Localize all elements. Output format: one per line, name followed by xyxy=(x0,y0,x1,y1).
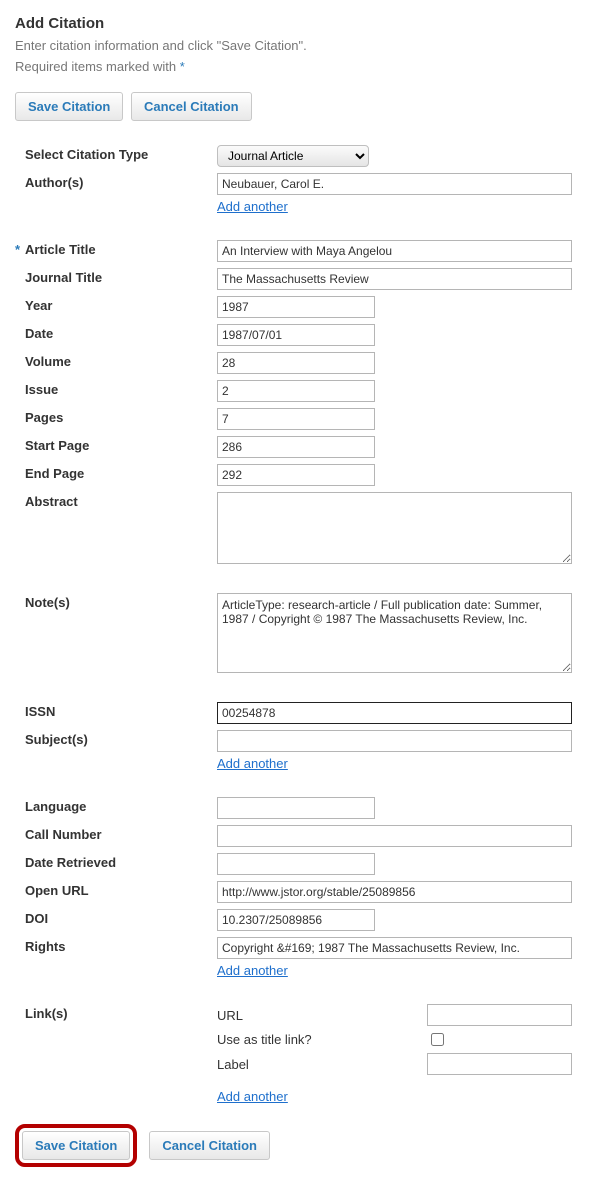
language-input[interactable] xyxy=(217,797,375,819)
link-url-input[interactable] xyxy=(427,1004,572,1026)
notes-textarea[interactable] xyxy=(217,593,572,673)
required-note-prefix: Required items marked with xyxy=(15,59,180,74)
date-retrieved-label: Date Retrieved xyxy=(25,855,116,870)
volume-label: Volume xyxy=(25,354,71,369)
add-another-subject-link[interactable]: Add another xyxy=(217,756,288,771)
year-label: Year xyxy=(25,298,52,313)
abstract-label: Abstract xyxy=(25,494,78,509)
notes-label: Note(s) xyxy=(25,595,70,610)
author-input[interactable] xyxy=(217,173,572,195)
article-title-label: Article Title xyxy=(25,242,96,257)
add-another-link-link[interactable]: Add another xyxy=(217,1089,288,1104)
rights-label: Rights xyxy=(25,939,65,954)
citation-type-label: Select Citation Type xyxy=(25,147,148,162)
pages-input[interactable] xyxy=(217,408,375,430)
required-asterisk-icon: * xyxy=(180,59,185,74)
page-title: Add Citation xyxy=(15,15,585,32)
issue-label: Issue xyxy=(25,382,58,397)
article-title-input[interactable] xyxy=(217,240,572,262)
issn-label: ISSN xyxy=(25,704,55,719)
link-label-input[interactable] xyxy=(427,1053,572,1075)
cancel-citation-button-bottom[interactable]: Cancel Citation xyxy=(149,1131,270,1160)
cancel-citation-button-top[interactable]: Cancel Citation xyxy=(131,92,252,121)
journal-title-input[interactable] xyxy=(217,268,572,290)
link-use-title-label: Use as title link? xyxy=(217,1032,427,1047)
start-page-label: Start Page xyxy=(25,438,89,453)
add-another-author-link[interactable]: Add another xyxy=(217,199,288,214)
year-input[interactable] xyxy=(217,296,375,318)
authors-label: Author(s) xyxy=(25,175,84,190)
date-retrieved-input[interactable] xyxy=(217,853,375,875)
language-label: Language xyxy=(25,799,86,814)
save-citation-button-top[interactable]: Save Citation xyxy=(15,92,123,121)
highlight-annotation: Save Citation xyxy=(15,1124,137,1167)
pages-label: Pages xyxy=(25,410,63,425)
subject-input[interactable] xyxy=(217,730,572,752)
volume-input[interactable] xyxy=(217,352,375,374)
bottom-button-row: Save Citation Cancel Citation xyxy=(15,1124,585,1167)
journal-title-label: Journal Title xyxy=(25,270,102,285)
use-as-title-checkbox[interactable] xyxy=(431,1033,444,1046)
required-note: Required items marked with * xyxy=(15,59,585,74)
end-page-input[interactable] xyxy=(217,464,375,486)
issn-input[interactable] xyxy=(217,702,572,724)
link-label-label: Label xyxy=(217,1057,427,1072)
link-url-label: URL xyxy=(217,1008,427,1023)
citation-type-select[interactable]: Journal Article xyxy=(217,145,369,167)
required-asterisk-icon: * xyxy=(15,242,25,257)
doi-input[interactable] xyxy=(217,909,375,931)
add-another-rights-link[interactable]: Add another xyxy=(217,963,288,978)
end-page-label: End Page xyxy=(25,466,84,481)
call-number-label: Call Number xyxy=(25,827,102,842)
doi-label: DOI xyxy=(25,911,48,926)
links-label: Link(s) xyxy=(25,1006,68,1021)
open-url-label: Open URL xyxy=(25,883,89,898)
call-number-input[interactable] xyxy=(217,825,572,847)
date-label: Date xyxy=(25,326,53,341)
subjects-label: Subject(s) xyxy=(25,732,88,747)
rights-input[interactable] xyxy=(217,937,572,959)
date-input[interactable] xyxy=(217,324,375,346)
start-page-input[interactable] xyxy=(217,436,375,458)
save-citation-button-bottom[interactable]: Save Citation xyxy=(22,1131,130,1160)
intro-text: Enter citation information and click "Sa… xyxy=(15,38,585,53)
abstract-textarea[interactable] xyxy=(217,492,572,564)
open-url-input[interactable] xyxy=(217,881,572,903)
top-button-row: Save Citation Cancel Citation xyxy=(15,92,585,121)
issue-input[interactable] xyxy=(217,380,375,402)
